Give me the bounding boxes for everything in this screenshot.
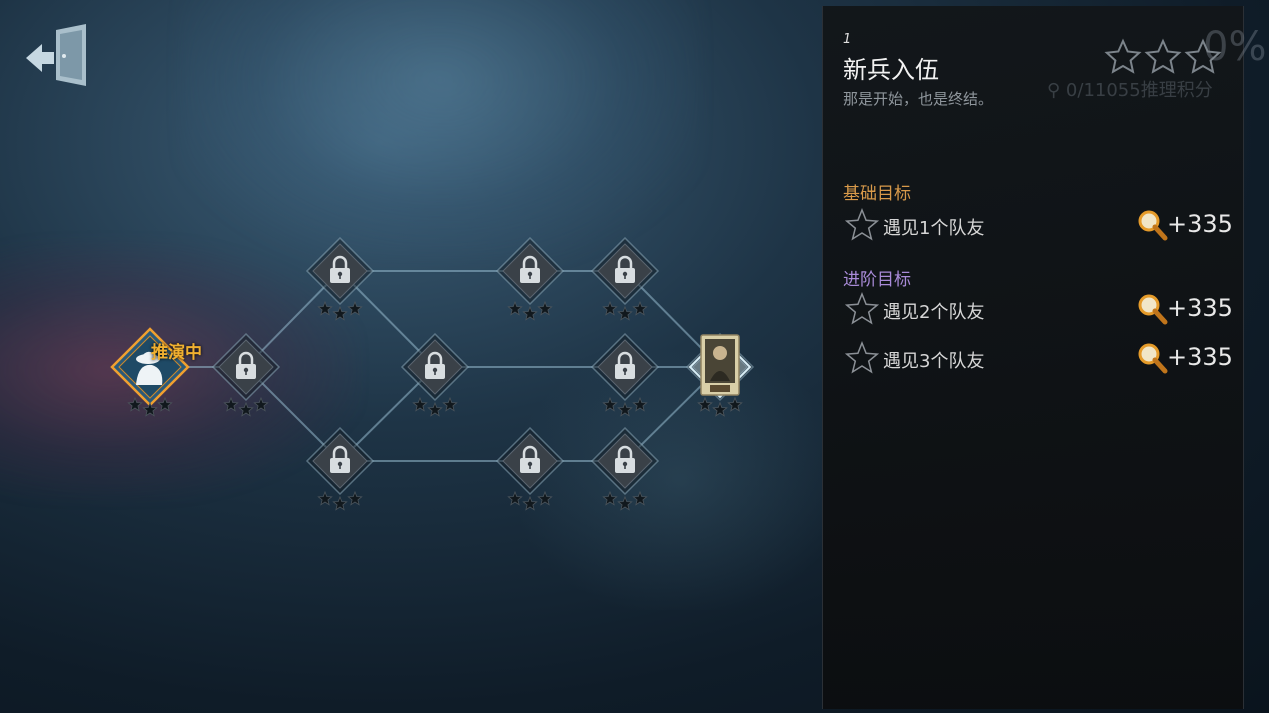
reward-value: +335 bbox=[1167, 210, 1233, 238]
node-star-icon bbox=[617, 495, 633, 511]
chapter-title: 新兵入伍 bbox=[843, 56, 939, 84]
node-star-icon bbox=[142, 401, 158, 417]
reward-value: +335 bbox=[1167, 294, 1233, 322]
stage-node-locked[interactable] bbox=[590, 332, 660, 417]
node-star-icon bbox=[507, 490, 523, 506]
stage-node-locked[interactable] bbox=[590, 426, 660, 511]
goal-row: 遇见3个队友 +335 bbox=[845, 341, 1233, 375]
node-star-icon bbox=[507, 300, 523, 316]
goal-text: 遇见2个队友 bbox=[883, 302, 985, 323]
magnifier-icon bbox=[1138, 343, 1168, 374]
node-star-icon bbox=[632, 300, 648, 316]
node-star-icon bbox=[317, 300, 333, 316]
node-star-icon bbox=[347, 490, 363, 506]
stage-node-locked[interactable] bbox=[305, 236, 375, 321]
magnifier-icon: ⚲ bbox=[1047, 80, 1061, 101]
node-star-icon bbox=[602, 300, 618, 316]
stage-node-locked[interactable] bbox=[495, 426, 565, 511]
node-star-icon bbox=[697, 396, 713, 412]
node-star-icon bbox=[617, 305, 633, 321]
node-star-icon bbox=[522, 495, 538, 511]
node-star-icon bbox=[332, 305, 348, 321]
node-star-icon bbox=[537, 490, 553, 506]
chapter-number: 1 bbox=[843, 32, 852, 47]
rating-star-outline-icon bbox=[1184, 38, 1222, 74]
stage-node-locked[interactable] bbox=[211, 332, 281, 417]
goal-row: 遇见1个队友 +335 bbox=[845, 208, 1233, 242]
goal-reward: +335 bbox=[1135, 292, 1233, 326]
star-outline-icon bbox=[845, 292, 879, 325]
goal-row: 遇见2个队友 +335 bbox=[845, 292, 1233, 326]
rating-star-outline-icon bbox=[1104, 38, 1142, 74]
stage-node-locked[interactable] bbox=[495, 236, 565, 321]
node-star-icon bbox=[537, 300, 553, 316]
magnifier-icon bbox=[1138, 294, 1168, 325]
chapter-subtitle: 那是开始，也是终结。 bbox=[843, 90, 994, 108]
node-star-icon bbox=[522, 305, 538, 321]
current-node-label: 推演中 bbox=[151, 343, 202, 363]
node-star-icon bbox=[317, 490, 333, 506]
node-star-icon bbox=[238, 401, 254, 417]
node-star-icon bbox=[727, 396, 743, 412]
stage-node-locked[interactable] bbox=[400, 332, 470, 417]
node-star-icon bbox=[427, 401, 443, 417]
node-star-icon bbox=[602, 490, 618, 506]
node-star-icon bbox=[632, 490, 648, 506]
node-star-icon bbox=[602, 396, 618, 412]
basic-goals-label: 基础目标 bbox=[843, 184, 911, 204]
chapter-star-rating bbox=[1104, 38, 1222, 74]
goal-reward: +335 bbox=[1135, 341, 1233, 375]
node-star-icon bbox=[332, 495, 348, 511]
score-readout: ⚲ 0/11055推理积分 bbox=[1047, 76, 1213, 102]
chapter-node-map bbox=[110, 236, 755, 511]
advanced-goals-label: 进阶目标 bbox=[843, 270, 911, 290]
star-outline-icon bbox=[845, 341, 879, 374]
score-text: 0/11055推理积分 bbox=[1065, 80, 1213, 101]
node-star-icon bbox=[632, 396, 648, 412]
goal-reward: +335 bbox=[1135, 208, 1233, 242]
rating-star-outline-icon bbox=[1144, 38, 1182, 74]
node-star-icon bbox=[412, 396, 428, 412]
node-star-icon bbox=[442, 396, 458, 412]
star-outline-icon bbox=[845, 208, 879, 241]
character-portrait-card bbox=[700, 334, 740, 396]
node-star-icon bbox=[127, 396, 143, 412]
stage-node-locked[interactable] bbox=[590, 236, 660, 321]
goal-text: 遇见1个队友 bbox=[883, 218, 985, 239]
node-star-icon bbox=[347, 300, 363, 316]
node-star-icon bbox=[253, 396, 269, 412]
node-star-icon bbox=[617, 401, 633, 417]
magnifier-icon bbox=[1138, 210, 1168, 241]
reward-value: +335 bbox=[1167, 343, 1233, 371]
node-star-icon bbox=[712, 401, 728, 417]
node-star-icon bbox=[223, 396, 239, 412]
stage-node-locked[interactable] bbox=[305, 426, 375, 511]
chapter-detail-panel: 0% ⚲ 0/11055推理积分 1 新兵入伍 那是开始，也是终结。 基础目标 … bbox=[822, 6, 1266, 709]
node-star-icon bbox=[157, 396, 173, 412]
goal-text: 遇见3个队友 bbox=[883, 351, 985, 372]
